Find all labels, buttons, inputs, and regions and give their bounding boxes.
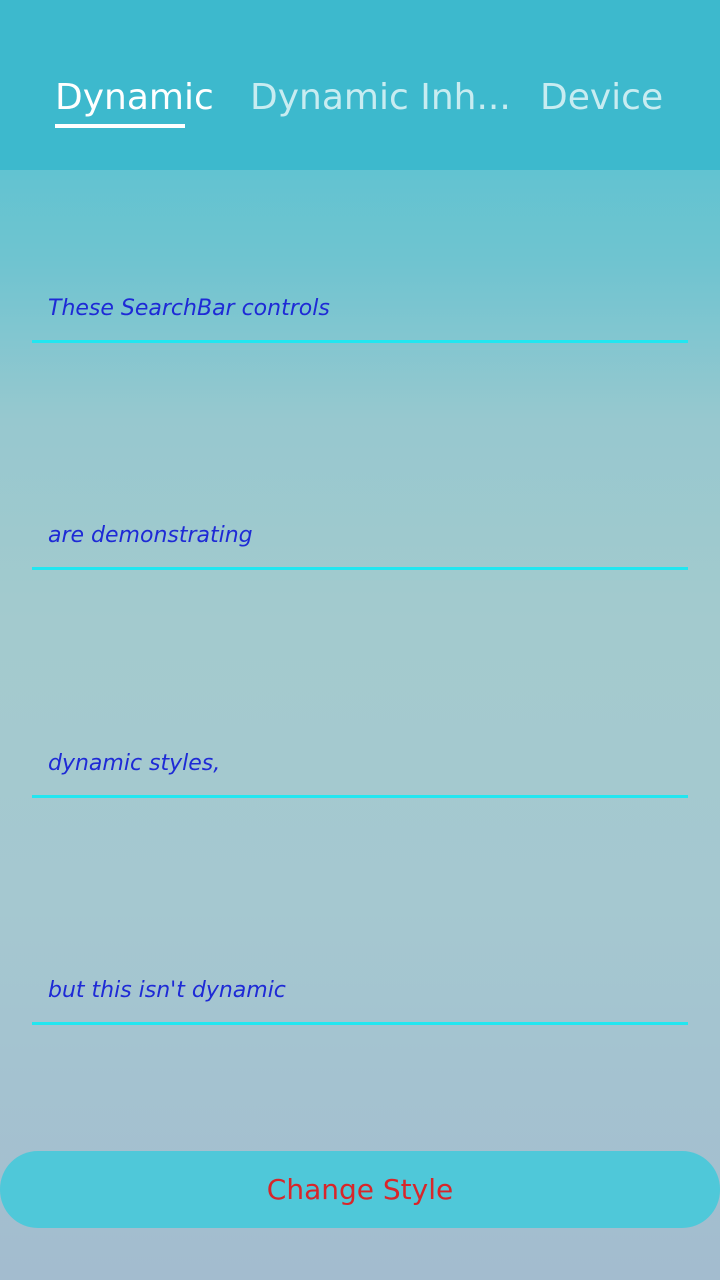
- search-input-1[interactable]: [48, 280, 668, 336]
- tab-dynamic-label: Dynamic: [55, 77, 214, 118]
- tab-device-label: Device: [540, 77, 664, 118]
- tab-device[interactable]: Device: [540, 76, 664, 128]
- search-input-3[interactable]: [48, 735, 668, 791]
- searchbar-4: [32, 962, 688, 1025]
- active-tab-indicator: [55, 124, 185, 128]
- searchbar-3: [32, 735, 688, 798]
- search-input-2[interactable]: [48, 507, 668, 563]
- tab-dynamic-inherited-label: Dynamic Inh...: [250, 77, 511, 118]
- searchbar-1: [32, 280, 688, 343]
- change-style-button[interactable]: Change Style: [0, 1151, 720, 1228]
- search-input-4[interactable]: [48, 962, 668, 1018]
- tab-bar: Dynamic Dynamic Inh... Device: [0, 0, 720, 170]
- searchbar-2: [32, 507, 688, 570]
- tab-dynamic[interactable]: Dynamic: [55, 76, 214, 128]
- tab-dynamic-inherited[interactable]: Dynamic Inh...: [250, 76, 511, 128]
